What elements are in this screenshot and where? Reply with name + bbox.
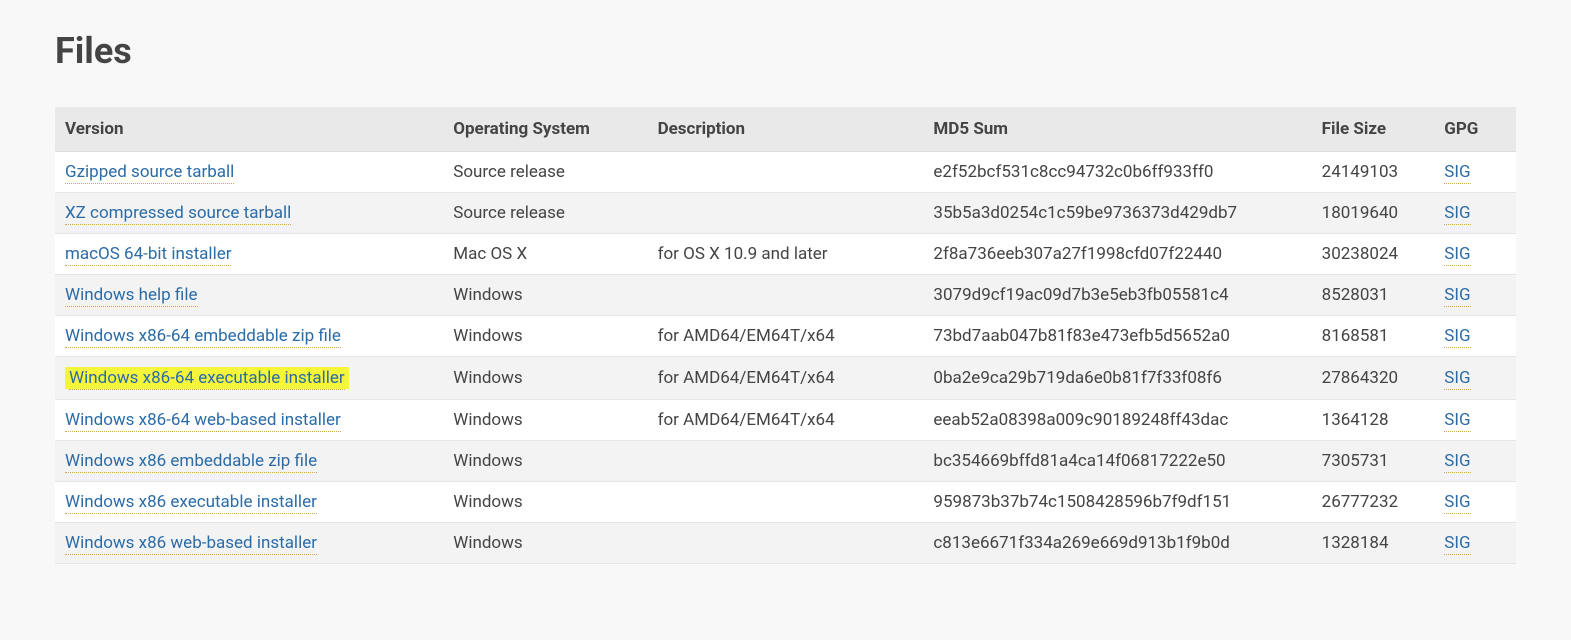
sig-link[interactable]: SIG — [1444, 244, 1470, 266]
cell-gpg: SIG — [1434, 275, 1516, 316]
cell-size: 7305731 — [1312, 441, 1435, 482]
cell-description — [648, 152, 924, 193]
table-row: Gzipped source tarball Source release e2f5… — [55, 152, 1516, 193]
version-link[interactable]: Gzipped source tarball — [65, 162, 234, 184]
cell-version: Windows x86-64 embeddable zip file — [55, 316, 443, 357]
cell-gpg: SIG — [1434, 400, 1516, 441]
cell-gpg: SIG — [1434, 482, 1516, 523]
header-size: File Size — [1312, 107, 1435, 152]
sig-link[interactable]: SIG — [1444, 451, 1470, 473]
cell-md5: bc354669bffd81a4ca14f06817222e50 — [923, 441, 1311, 482]
cell-version: macOS 64-bit installer — [55, 234, 443, 275]
cell-gpg: SIG — [1434, 357, 1516, 400]
cell-size: 8528031 — [1312, 275, 1435, 316]
cell-size: 27864320 — [1312, 357, 1435, 400]
cell-description: for AMD64/EM64T/x64 — [648, 357, 924, 400]
cell-size: 24149103 — [1312, 152, 1435, 193]
version-link[interactable]: Windows x86-64 embeddable zip file — [65, 326, 341, 348]
table-header-row: Version Operating System Description MD5… — [55, 107, 1516, 152]
header-version: Version — [55, 107, 443, 152]
table-row: Windows x86-64 embeddable zip file Window… — [55, 316, 1516, 357]
table-row: Windows x86 web-based installer Windows c8… — [55, 523, 1516, 564]
table-row: macOS 64-bit installer Mac OS Xfor OS X 1… — [55, 234, 1516, 275]
header-gpg: GPG — [1434, 107, 1516, 152]
version-link[interactable]: Windows x86 embeddable zip file — [65, 451, 317, 473]
cell-description — [648, 441, 924, 482]
sig-link[interactable]: SIG — [1444, 285, 1470, 307]
cell-version: Gzipped source tarball — [55, 152, 443, 193]
cell-version: Windows x86-64 executable installer — [55, 357, 443, 400]
header-md5: MD5 Sum — [923, 107, 1311, 152]
cell-size: 26777232 — [1312, 482, 1435, 523]
cell-gpg: SIG — [1434, 441, 1516, 482]
version-link[interactable]: Windows x86-64 executable installer — [69, 368, 345, 390]
cell-size: 1364128 — [1312, 400, 1435, 441]
cell-version: XZ compressed source tarball — [55, 193, 443, 234]
version-link[interactable]: Windows x86-64 web-based installer — [65, 410, 341, 432]
version-link[interactable]: XZ compressed source tarball — [65, 203, 291, 225]
sig-link[interactable]: SIG — [1444, 162, 1470, 184]
sig-link[interactable]: SIG — [1444, 203, 1470, 225]
cell-version: Windows help file — [55, 275, 443, 316]
cell-gpg: SIG — [1434, 316, 1516, 357]
page-title: Files — [55, 30, 1516, 72]
version-link[interactable]: Windows x86 executable installer — [65, 492, 317, 514]
cell-md5: 2f8a736eeb307a27f1998cfd07f22440 — [923, 234, 1311, 275]
cell-size: 18019640 — [1312, 193, 1435, 234]
cell-md5: 0ba2e9ca29b719da6e0b81f7f33f08f6 — [923, 357, 1311, 400]
cell-os: Source release — [443, 193, 647, 234]
cell-description — [648, 275, 924, 316]
cell-md5: 959873b37b74c1508428596b7f9df151 — [923, 482, 1311, 523]
cell-description — [648, 523, 924, 564]
sig-link[interactable]: SIG — [1444, 326, 1470, 348]
cell-os: Windows — [443, 275, 647, 316]
cell-size: 30238024 — [1312, 234, 1435, 275]
cell-size: 8168581 — [1312, 316, 1435, 357]
cell-version: Windows x86 executable installer — [55, 482, 443, 523]
cell-version: Windows x86-64 web-based installer — [55, 400, 443, 441]
table-row: Windows x86-64 web-based installer Window… — [55, 400, 1516, 441]
sig-link[interactable]: SIG — [1444, 533, 1470, 555]
cell-md5: eeab52a08398a009c90189248ff43dac — [923, 400, 1311, 441]
header-os: Operating System — [443, 107, 647, 152]
cell-description: for AMD64/EM64T/x64 — [648, 316, 924, 357]
cell-gpg: SIG — [1434, 234, 1516, 275]
cell-gpg: SIG — [1434, 523, 1516, 564]
cell-md5: e2f52bcf531c8cc94732c0b6ff933ff0 — [923, 152, 1311, 193]
cell-os: Windows — [443, 357, 647, 400]
cell-md5: c813e6671f334a269e669d913b1f9b0d — [923, 523, 1311, 564]
files-table: Version Operating System Description MD5… — [55, 107, 1516, 564]
cell-md5: 35b5a3d0254c1c59be9736373d429db7 — [923, 193, 1311, 234]
table-row: Windows x86 executable installer Windows 9… — [55, 482, 1516, 523]
cell-description — [648, 482, 924, 523]
cell-md5: 73bd7aab047b81f83e473efb5d5652a0 — [923, 316, 1311, 357]
cell-os: Windows — [443, 482, 647, 523]
table-row: Windows x86 embeddable zip file Windows bc… — [55, 441, 1516, 482]
cell-description — [648, 193, 924, 234]
cell-md5: 3079d9cf19ac09d7b3e5eb3fb05581c4 — [923, 275, 1311, 316]
version-link[interactable]: Windows help file — [65, 285, 198, 307]
cell-size: 1328184 — [1312, 523, 1435, 564]
header-description: Description — [648, 107, 924, 152]
table-row: Windows x86-64 executable installer Windo… — [55, 357, 1516, 400]
cell-version: Windows x86 embeddable zip file — [55, 441, 443, 482]
cell-gpg: SIG — [1434, 152, 1516, 193]
cell-os: Windows — [443, 441, 647, 482]
cell-gpg: SIG — [1434, 193, 1516, 234]
cell-description: for AMD64/EM64T/x64 — [648, 400, 924, 441]
cell-os: Windows — [443, 316, 647, 357]
cell-os: Windows — [443, 523, 647, 564]
cell-version: Windows x86 web-based installer — [55, 523, 443, 564]
cell-os: Mac OS X — [443, 234, 647, 275]
sig-link[interactable]: SIG — [1444, 368, 1470, 390]
cell-os: Source release — [443, 152, 647, 193]
table-row: XZ compressed source tarball Source relea… — [55, 193, 1516, 234]
cell-os: Windows — [443, 400, 647, 441]
sig-link[interactable]: SIG — [1444, 410, 1470, 432]
sig-link[interactable]: SIG — [1444, 492, 1470, 514]
version-link[interactable]: Windows x86 web-based installer — [65, 533, 317, 555]
table-row: Windows help file Windows 3079d9cf19ac09d7… — [55, 275, 1516, 316]
version-link[interactable]: macOS 64-bit installer — [65, 244, 231, 266]
cell-description: for OS X 10.9 and later — [648, 234, 924, 275]
